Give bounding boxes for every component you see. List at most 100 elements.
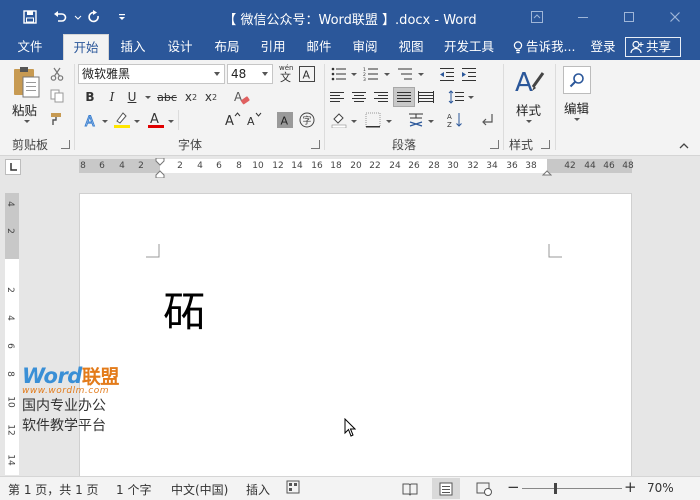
- font-launcher-icon[interactable]: [311, 140, 320, 149]
- distributed-icon[interactable]: [417, 89, 435, 105]
- align-left-icon[interactable]: [328, 89, 346, 105]
- chinese-layout-dropdown-icon[interactable]: [428, 120, 434, 123]
- clipboard-launcher-icon[interactable]: [61, 140, 70, 149]
- bullets-icon[interactable]: [330, 66, 348, 82]
- sort-icon[interactable]: AZ: [446, 111, 464, 129]
- multilevel-dropdown-icon[interactable]: [418, 73, 424, 76]
- styles-launcher-icon[interactable]: [541, 140, 550, 149]
- clear-formatting-icon[interactable]: A: [232, 88, 252, 108]
- styles-dropdown-icon[interactable]: [526, 120, 532, 123]
- tab-layout[interactable]: 布局: [206, 34, 248, 60]
- tab-view[interactable]: 视图: [390, 34, 432, 60]
- vertical-ruler[interactable]: 4 2 2 4 6 8 10 12 14: [5, 193, 19, 475]
- shading-icon[interactable]: [330, 111, 348, 129]
- cut-icon[interactable]: [48, 65, 66, 83]
- font-color-dropdown-icon[interactable]: [168, 120, 174, 123]
- numbering-icon[interactable]: 123: [362, 66, 380, 82]
- text-effects-icon[interactable]: A: [82, 112, 100, 130]
- numbering-dropdown-icon[interactable]: [384, 73, 390, 76]
- right-indent-marker-icon[interactable]: [541, 165, 553, 179]
- zoom-level[interactable]: 70%: [647, 481, 674, 495]
- copy-icon[interactable]: [48, 87, 66, 105]
- editing-dropdown-icon[interactable]: [574, 118, 580, 121]
- paste-dropdown-icon[interactable]: [24, 120, 30, 123]
- tab-mailings[interactable]: 邮件: [298, 34, 340, 60]
- language-indicator[interactable]: 中文(中国): [171, 481, 228, 498]
- paragraph-launcher-icon[interactable]: [490, 140, 499, 149]
- shading-dropdown-icon[interactable]: [351, 120, 357, 123]
- maximize-icon[interactable]: [612, 4, 646, 30]
- styles-icon[interactable]: A: [510, 64, 546, 100]
- close-icon[interactable]: [658, 4, 692, 30]
- chinese-layout-icon[interactable]: [406, 111, 426, 129]
- line-spacing-dropdown-icon[interactable]: [468, 96, 474, 99]
- page-count[interactable]: 第 1 页，共 1 页: [8, 481, 99, 498]
- text-effects-dropdown-icon[interactable]: [102, 120, 108, 123]
- zoom-out-icon[interactable]: −: [507, 478, 520, 496]
- tab-references[interactable]: 引用: [252, 34, 294, 60]
- decrease-indent-icon[interactable]: [438, 66, 456, 82]
- document-text[interactable]: 砳: [163, 278, 205, 339]
- editing-button-label[interactable]: 编辑: [564, 98, 589, 117]
- underline-icon[interactable]: U: [124, 88, 140, 106]
- insert-mode[interactable]: 插入: [246, 481, 270, 498]
- multilevel-list-icon[interactable]: [396, 66, 414, 82]
- borders-dropdown-icon[interactable]: [386, 120, 392, 123]
- character-shading-icon[interactable]: A: [276, 111, 294, 129]
- font-name-dropdown-icon[interactable]: [214, 72, 220, 76]
- grow-font-icon[interactable]: A: [224, 111, 242, 129]
- ruler-number: 42: [564, 161, 576, 171]
- justify-icon[interactable]: [393, 87, 415, 107]
- align-center-icon[interactable]: [350, 89, 368, 105]
- font-name-combo[interactable]: 微软雅黑: [78, 64, 225, 84]
- superscript-icon[interactable]: x2: [202, 88, 220, 106]
- web-layout-icon[interactable]: [470, 478, 498, 499]
- zoom-slider-thumb[interactable]: [554, 483, 557, 494]
- title-bar: 【 微信公众号：Word联盟 】.docx - Word: [0, 0, 700, 34]
- highlight-dropdown-icon[interactable]: [134, 120, 140, 123]
- character-border-icon[interactable]: A: [298, 65, 316, 83]
- read-mode-icon[interactable]: [396, 478, 424, 499]
- macro-record-icon[interactable]: [286, 480, 300, 497]
- line-spacing-icon[interactable]: [447, 89, 465, 105]
- ribbon-display-icon[interactable]: [520, 4, 554, 30]
- tab-design[interactable]: 设计: [159, 34, 201, 60]
- strikethrough-icon[interactable]: abc: [155, 88, 179, 106]
- phonetic-guide-icon[interactable]: wén 文: [276, 62, 296, 84]
- login-link[interactable]: 登录: [584, 34, 622, 60]
- tab-file[interactable]: 文件: [8, 34, 52, 60]
- horizontal-ruler[interactable]: 8 6 4 2 2 4 6 8 10 12 14 16 18 20 22 24 …: [0, 156, 700, 179]
- subscript-icon[interactable]: x2: [182, 88, 200, 106]
- font-size-dropdown-icon[interactable]: [262, 72, 268, 76]
- paste-label[interactable]: 粘贴: [12, 100, 37, 119]
- zoom-slider[interactable]: [522, 488, 622, 489]
- increase-indent-icon[interactable]: [460, 66, 478, 82]
- tab-developer[interactable]: 开发工具: [437, 34, 501, 60]
- enclose-characters-icon[interactable]: 字: [298, 111, 316, 129]
- font-size-combo[interactable]: 48: [227, 64, 273, 84]
- styles-button-label[interactable]: 样式: [516, 100, 541, 119]
- highlight-icon[interactable]: [112, 110, 132, 130]
- tab-home[interactable]: 开始: [63, 34, 109, 60]
- align-right-icon[interactable]: [372, 89, 390, 105]
- tell-me-box[interactable]: 告诉我...: [510, 34, 580, 60]
- borders-icon[interactable]: [364, 111, 382, 129]
- tab-review[interactable]: 审阅: [344, 34, 386, 60]
- underline-dropdown-icon[interactable]: [145, 96, 151, 99]
- zoom-in-icon[interactable]: +: [624, 478, 637, 496]
- search-icon[interactable]: [563, 66, 591, 94]
- italic-icon[interactable]: I: [104, 88, 120, 106]
- font-color-icon[interactable]: A: [146, 110, 166, 130]
- tab-insert[interactable]: 插入: [112, 34, 154, 60]
- bold-icon[interactable]: B: [82, 88, 98, 106]
- collapse-ribbon-icon[interactable]: [678, 140, 690, 150]
- paste-icon[interactable]: [10, 64, 42, 100]
- share-button[interactable]: 共享: [625, 37, 681, 57]
- shrink-font-icon[interactable]: A: [246, 111, 264, 129]
- print-layout-icon[interactable]: [432, 478, 460, 499]
- format-painter-icon[interactable]: [48, 110, 66, 128]
- word-count[interactable]: 1 个字: [116, 481, 151, 498]
- show-marks-icon[interactable]: [478, 111, 496, 129]
- bullets-dropdown-icon[interactable]: [351, 73, 357, 76]
- minimize-icon[interactable]: [566, 4, 600, 30]
